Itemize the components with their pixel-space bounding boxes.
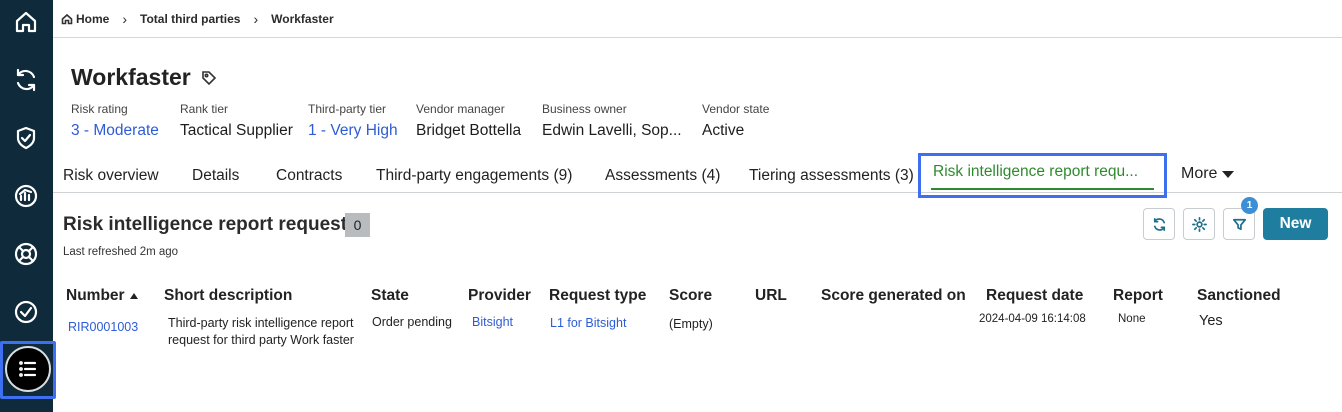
refresh-button[interactable] [1143,208,1175,240]
field-rank-tier: Rank tier Tactical Supplier [180,102,293,140]
request-number-link[interactable]: RIR0001003 [68,320,138,334]
risk-rating-link[interactable]: 3 - Moderate [71,122,159,140]
record-tabs: Risk overview Details Contracts Third-pa… [53,153,1342,198]
request-type-link[interactable]: L1 for Bitsight [550,316,626,330]
field-risk-rating: Risk rating 3 - Moderate [71,102,159,140]
settings-button[interactable] [1183,208,1215,240]
vendor-state-value: Active [702,122,745,139]
record-count-badge: 0 [345,213,370,237]
filter-count-badge: 1 [1241,197,1258,214]
provider-link[interactable]: Bitsight [472,315,513,329]
page-title: Workfaster [71,64,191,90]
column-header-url[interactable]: URL [755,287,787,305]
column-header-score-generated-on[interactable]: Score generated on [821,287,966,305]
sort-ascending-icon [129,292,138,299]
sync-icon[interactable] [9,63,43,97]
breadcrumb-total-third-parties[interactable]: Total third parties [140,12,240,26]
active-tab-underline [931,188,1154,190]
column-header-request-type[interactable]: Request type [549,287,646,305]
more-tabs-dropdown[interactable]: More [1181,165,1235,183]
field-third-party-tier: Third-party tier 1 - Very High [308,102,398,140]
home-icon[interactable] [9,5,43,39]
left-sidebar [0,0,56,412]
tab-third-party-engagements[interactable]: Third-party engagements (9) [376,167,572,185]
breadcrumb: Home › Total third parties › Workfaster [53,0,1342,38]
breadcrumb-current: Workfaster [271,11,334,26]
rank-tier-value: Tactical Supplier [180,122,293,139]
state-cell: Order pending [372,315,452,329]
column-header-number[interactable]: Number [66,287,138,305]
last-refreshed-text: Last refreshed 2m ago [63,246,179,258]
score-cell: (Empty) [669,317,713,331]
analytics-icon[interactable] [9,179,43,213]
field-label: Rank tier [180,102,229,116]
third-party-tier-link[interactable]: 1 - Very High [308,122,398,140]
column-header-short-description[interactable]: Short description [164,287,292,305]
field-label: Vendor state [702,102,770,116]
record-header: Workfaster [71,64,217,91]
short-description-cell: Third-party risk intelligence report req… [168,315,354,349]
field-business-owner: Business owner Edwin Lavelli, Sop... [542,102,682,140]
column-header-provider[interactable]: Provider [468,287,531,305]
field-label: Business owner [542,102,627,116]
list-menu-button[interactable] [0,341,56,399]
breadcrumb-separator: › [253,10,259,27]
field-vendor-state: Vendor state Active [702,102,769,140]
column-header-request-date[interactable]: Request date [986,287,1083,305]
tab-details[interactable]: Details [192,167,239,185]
tab-assessments[interactable]: Assessments (4) [605,167,720,185]
field-vendor-manager: Vendor manager Bridget Bottella [416,102,521,140]
short-description-line: Third-party risk intelligence report [168,316,354,330]
list-icon [19,361,37,377]
column-header-sanctioned[interactable]: Sanctioned [1197,287,1281,305]
short-description-line: request for third party Work faster [168,333,354,347]
more-label: More [1181,165,1218,182]
tag-icon[interactable] [201,70,217,86]
sanctioned-cell: Yes [1199,313,1223,329]
lifebuoy-icon[interactable] [9,237,43,271]
caret-down-icon [1222,170,1235,178]
tab-tiering-assessments[interactable]: Tiering assessments (3) [749,167,914,185]
business-owner-value: Edwin Lavelli, Sop... [542,122,682,139]
section-title: Risk intelligence report requests [63,214,358,235]
vendor-manager-value: Bridget Bottella [416,122,522,139]
column-label: Number [66,287,125,304]
field-label: Third-party tier [308,102,387,116]
tab-risk-overview[interactable]: Risk overview [63,167,159,185]
refresh-icon [1153,217,1165,231]
new-button[interactable]: New [1263,208,1328,240]
column-header-score[interactable]: Score [669,287,712,305]
column-header-state[interactable]: State [371,287,409,305]
tab-contracts[interactable]: Contracts [276,167,342,185]
report-cell: None [1118,313,1146,325]
field-label: Vendor manager [416,102,505,116]
tab-risk-intelligence-report-requests[interactable]: Risk intelligence report requ... [918,153,1167,198]
request-date-cell: 2024-04-09 16:14:08 [979,313,1086,325]
active-tab-label: Risk intelligence report requ... [933,163,1139,180]
filter-icon [1232,218,1246,230]
gear-icon [1191,216,1207,232]
home-small-icon [61,13,73,25]
shield-check-icon[interactable] [9,121,43,155]
column-header-report[interactable]: Report [1113,287,1163,305]
breadcrumb-separator: › [122,10,128,27]
check-circle-icon[interactable] [9,295,43,329]
field-label: Risk rating [71,102,128,116]
breadcrumb-home[interactable]: Home [76,12,109,26]
